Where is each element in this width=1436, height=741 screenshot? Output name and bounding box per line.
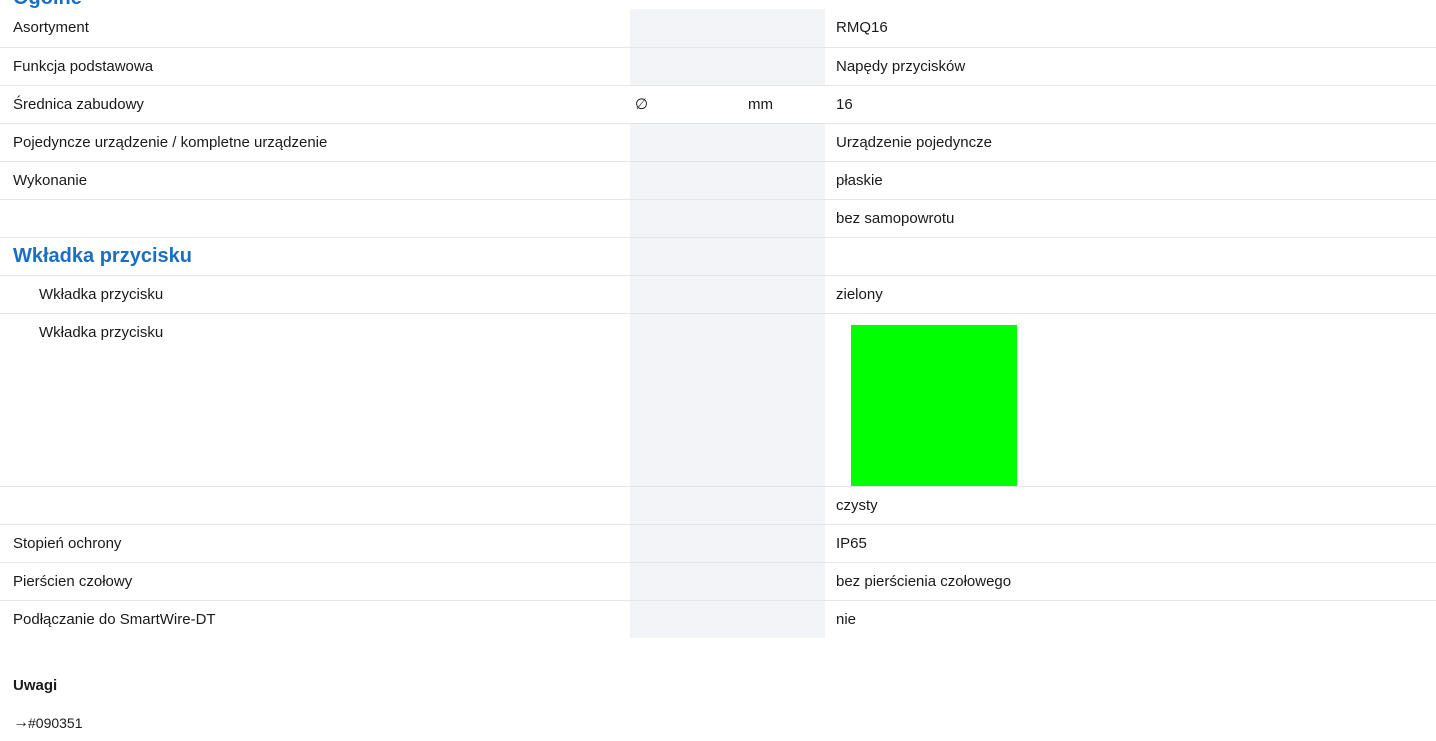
row-unit	[749, 275, 825, 314]
table-row: Wykonanie płaskie	[0, 161, 1436, 200]
row-unit	[749, 123, 825, 162]
row-value: RMQ16	[825, 9, 1436, 48]
row-unit	[749, 562, 825, 601]
row-symbol	[630, 275, 749, 314]
table-row: Wkładka przycisku	[0, 313, 1436, 487]
row-symbol	[630, 9, 749, 48]
row-value: nie	[836, 610, 857, 628]
row-unit	[749, 9, 825, 48]
row-symbol	[630, 199, 749, 238]
row-unit	[749, 47, 825, 86]
row-unit: mm	[748, 85, 825, 124]
row-value	[825, 237, 1436, 276]
row-unit	[749, 161, 825, 200]
row-value: bez pierścienia czołowego	[825, 562, 1436, 601]
row-symbol	[630, 486, 749, 525]
row-unit	[749, 237, 825, 276]
table-row: Pojedyncze urządzenie / kompletne urządz…	[0, 123, 1436, 162]
row-value: czysty	[825, 486, 1436, 525]
table-row: Średnica zabudowy ∅ mm 16	[0, 85, 1436, 124]
row-symbol	[630, 161, 749, 200]
row-symbol	[630, 313, 749, 487]
row-value: Napędy przycisków	[825, 47, 1436, 86]
row-symbol	[630, 562, 749, 601]
row-unit	[749, 486, 825, 525]
table-row: Pierścien czołowy bez pierścienia czołow…	[0, 562, 1436, 601]
row-symbol	[630, 600, 749, 638]
row-label: Średnica zabudowy	[0, 85, 630, 124]
reference-link[interactable]: → #090351	[13, 714, 83, 732]
section-heading-general: Ogólne	[13, 0, 82, 9]
row-value: bez samopowrotu	[825, 199, 1436, 238]
row-unit	[749, 524, 825, 563]
row-label: Funkcja podstawowa	[0, 47, 630, 86]
row-unit	[749, 600, 825, 638]
row-unit	[749, 199, 825, 238]
row-symbol	[630, 237, 749, 276]
row-symbol	[630, 524, 749, 563]
row-symbol	[630, 123, 749, 162]
table-row: Funkcja podstawowa Napędy przycisków	[0, 47, 1436, 86]
section-row: Wkładka przycisku	[0, 237, 1436, 276]
row-label: Stopień ochrony	[0, 524, 630, 563]
row-value: IP65	[825, 524, 1436, 563]
row-value	[825, 313, 1436, 487]
table-row: Asortyment RMQ16	[0, 9, 1436, 48]
row-value: 16	[825, 85, 1436, 124]
row-value: zielony	[825, 275, 1436, 314]
row-label: Wkładka przycisku	[0, 313, 630, 487]
reference-code: #090351	[28, 715, 83, 731]
arrow-right-icon: →	[13, 714, 29, 731]
diameter-symbol: ∅	[630, 85, 749, 124]
table-row: Wkładka przycisku zielony	[0, 275, 1436, 314]
row-value: płaskie	[825, 161, 1436, 200]
color-swatch	[851, 324, 1017, 486]
row-label: Asortyment	[0, 9, 630, 48]
row-label: Pojedyncze urządzenie / kompletne urządz…	[0, 123, 630, 162]
table-row: Podłączanie do SmartWire-DT nie	[0, 600, 1436, 638]
table-row: czysty	[0, 486, 1436, 525]
section-heading-button-insert: Wkładka przycisku	[0, 237, 630, 276]
row-unit	[749, 313, 825, 487]
row-label	[0, 199, 630, 238]
row-label	[0, 486, 630, 525]
table-row: bez samopowrotu	[0, 199, 1436, 238]
row-label: Podłączanie do SmartWire-DT	[13, 610, 216, 628]
row-label: Wkładka przycisku	[0, 275, 630, 314]
table-row: Stopień ochrony IP65	[0, 524, 1436, 563]
row-label: Wykonanie	[0, 161, 630, 200]
row-value: Urządzenie pojedyncze	[825, 123, 1436, 162]
row-symbol	[630, 47, 749, 86]
notes-heading: Uwagi	[13, 677, 58, 694]
row-label: Pierścien czołowy	[0, 562, 630, 601]
specification-table: Asortyment RMQ16 Funkcja podstawowa Napę…	[0, 9, 1436, 638]
